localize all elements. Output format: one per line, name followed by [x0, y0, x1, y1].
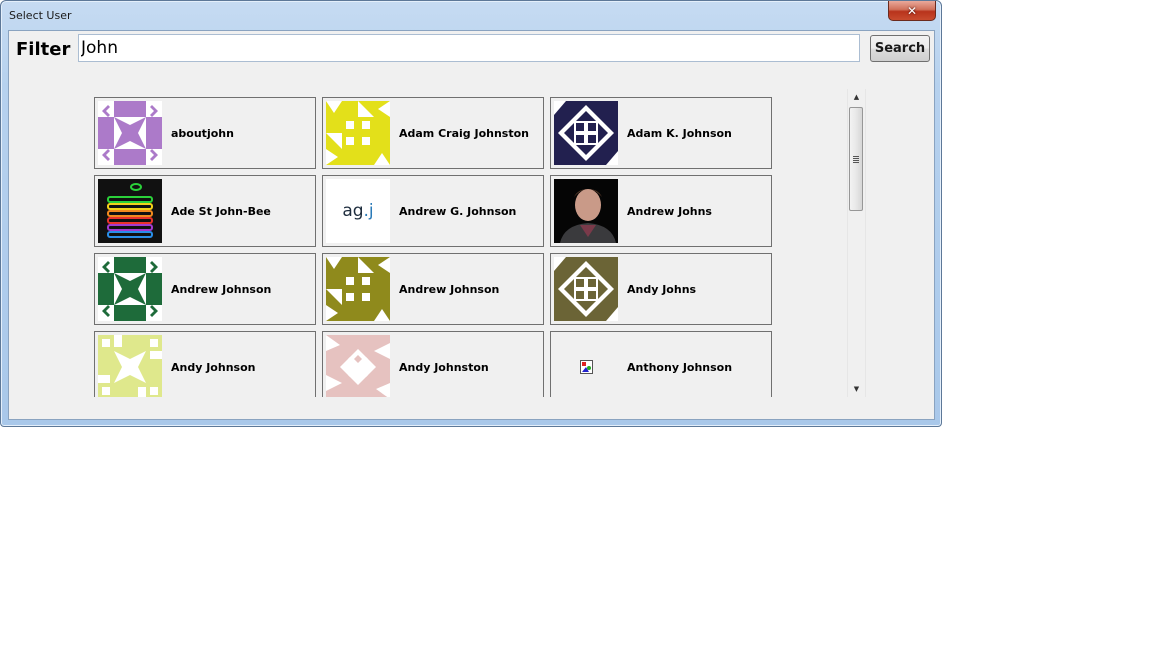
vertical-scrollbar[interactable]: ▲ ▼	[847, 89, 866, 397]
title-bar[interactable]: Select User ✕	[1, 1, 941, 29]
search-button[interactable]: Search	[870, 35, 930, 62]
user-card[interactable]: Adam Craig Johnston	[322, 97, 544, 169]
user-avatar	[98, 335, 162, 397]
close-button[interactable]: ✕	[888, 1, 936, 21]
user-avatar	[554, 179, 618, 243]
user-name: Andrew G. Johnson	[399, 205, 517, 218]
user-card[interactable]: Andy Johns	[550, 253, 772, 325]
filter-input[interactable]	[78, 34, 860, 62]
user-card[interactable]: Andy Johnston	[322, 331, 544, 397]
window-title: Select User	[9, 9, 72, 22]
select-user-window: Select User ✕ Filter Search aboutjohn Ada…	[0, 0, 942, 427]
close-icon: ✕	[906, 3, 918, 18]
user-name: Adam Craig Johnston	[399, 127, 530, 140]
user-avatar	[326, 101, 390, 165]
user-name: Andy Johnston	[399, 361, 489, 374]
user-card[interactable]: Anthony Johnson	[550, 331, 772, 397]
user-card[interactable]: Andrew Johns	[550, 175, 772, 247]
dialog-client-area: Filter Search aboutjohn Adam Craig Johnst…	[8, 30, 935, 420]
user-avatar	[554, 101, 618, 165]
user-avatar	[326, 335, 390, 397]
grip-icon	[853, 155, 859, 163]
user-avatar	[326, 257, 390, 321]
user-card[interactable]: Andrew Johnson	[94, 253, 316, 325]
user-name: Ade St John-Bee	[171, 205, 271, 218]
user-avatar: ag .j	[326, 179, 390, 243]
user-card[interactable]: Andy Johnson	[94, 331, 316, 397]
user-card[interactable]: aboutjohn	[94, 97, 316, 169]
arrow-down-icon: ▼	[853, 385, 860, 393]
broken-image-icon	[554, 335, 618, 397]
user-name: Andrew Johnson	[399, 283, 500, 296]
user-card[interactable]: Ade St John-Bee	[94, 175, 316, 247]
user-card[interactable]: Andrew Johnson	[322, 253, 544, 325]
scroll-thumb[interactable]	[849, 107, 863, 211]
user-avatar	[554, 257, 618, 321]
user-card[interactable]: Adam K. Johnson	[550, 97, 772, 169]
user-name: Anthony Johnson	[627, 361, 733, 374]
user-name: Adam K. Johnson	[627, 127, 732, 140]
user-avatar	[98, 257, 162, 321]
user-avatar	[98, 101, 162, 165]
user-avatar	[98, 179, 162, 243]
filter-label: Filter	[16, 39, 71, 60]
user-list: aboutjohn Adam Craig Johnston Adam K. John…	[86, 97, 846, 397]
scroll-up-button[interactable]: ▲	[848, 89, 865, 105]
user-card[interactable]: ag .j Andrew G. Johnson	[322, 175, 544, 247]
user-name: Andrew Johns	[627, 205, 712, 218]
user-name: aboutjohn	[171, 127, 234, 140]
user-name: Andy Johnson	[171, 361, 256, 374]
user-name: Andrew Johnson	[171, 283, 272, 296]
user-name: Andy Johns	[627, 283, 697, 296]
scroll-down-button[interactable]: ▼	[848, 381, 865, 397]
arrow-up-icon: ▲	[853, 93, 860, 101]
